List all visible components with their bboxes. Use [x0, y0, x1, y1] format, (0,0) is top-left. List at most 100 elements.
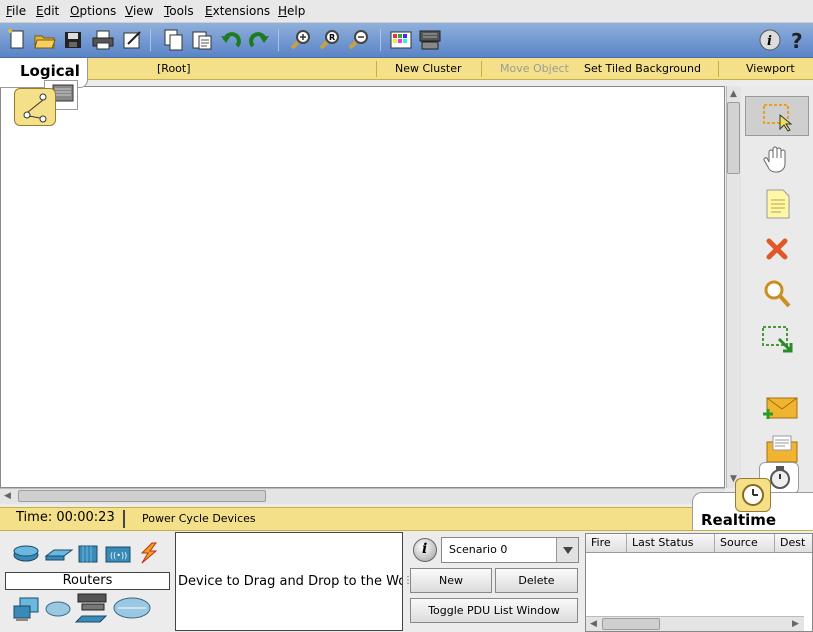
- svg-text:?: ?: [791, 29, 803, 52]
- pdu-scroll-left-arrow-icon[interactable]: ◀: [590, 619, 597, 629]
- help-button[interactable]: ?: [786, 28, 810, 53]
- custom-device-icon: [419, 30, 441, 50]
- activity-wizard-button[interactable]: [120, 28, 144, 52]
- scroll-up-arrow-icon[interactable]: ▲: [730, 89, 737, 99]
- pdu-column-source[interactable]: Source: [715, 534, 775, 553]
- lightning-icon: [140, 542, 158, 564]
- delete-scenario-button[interactable]: Delete: [495, 568, 578, 593]
- open-icon: [34, 35, 56, 49]
- set-tiled-background-button[interactable]: Set Tiled Background: [584, 62, 701, 75]
- svg-text:((•)): ((•)): [110, 551, 127, 560]
- print-button[interactable]: [91, 28, 115, 52]
- workspace-vertical-scroll-thumb[interactable]: [727, 102, 740, 174]
- connections-category-button[interactable]: [136, 542, 162, 564]
- realtime-clock-icon[interactable]: [735, 478, 771, 512]
- hub-icon: [78, 545, 98, 563]
- undo-icon: [221, 32, 241, 48]
- switch-icon: [44, 549, 74, 561]
- pdu-scroll-thumb[interactable]: [602, 618, 660, 630]
- scenario-select[interactable]: Scenario 0: [441, 537, 579, 563]
- info-button[interactable]: i: [758, 28, 782, 52]
- zoom-out-button[interactable]: [346, 28, 370, 52]
- device-category-label: Routers: [5, 572, 170, 590]
- zoom-reset-button[interactable]: R: [317, 28, 341, 52]
- redo-button[interactable]: [247, 28, 271, 52]
- toggle-pdu-list-button[interactable]: Toggle PDU List Window: [410, 598, 578, 623]
- tool-palette: [741, 86, 813, 506]
- custom-made-device-icon: [74, 593, 108, 623]
- pdu-horizontal-scrollbar[interactable]: ◀ ▶: [586, 616, 804, 631]
- new-scenario-button[interactable]: New: [410, 568, 492, 593]
- new-button[interactable]: [5, 28, 29, 52]
- move-object-button[interactable]: Move Object: [500, 62, 569, 75]
- wireless-icon: ((•)): [105, 546, 131, 563]
- pdu-scroll-right-arrow-icon[interactable]: ▶: [792, 619, 799, 629]
- scenario-dropdown-button[interactable]: [556, 538, 578, 562]
- new-icon: [8, 29, 24, 49]
- simulation-time: Time: 00:00:23: [16, 510, 115, 525]
- switches-category-button[interactable]: [44, 546, 74, 562]
- cloud-icon: [45, 601, 71, 617]
- menu-view[interactable]: View: [125, 4, 153, 18]
- logical-view-icon[interactable]: [14, 88, 56, 126]
- resize-shape-tool-button[interactable]: [745, 319, 809, 359]
- pdu-column-last-status[interactable]: Last Status: [627, 534, 715, 553]
- multiuser-cloud-icon: [113, 597, 151, 619]
- chevron-down-icon: [563, 547, 573, 554]
- wireless-category-button[interactable]: ((•)): [104, 544, 132, 564]
- pdu-column-fire[interactable]: Fire: [586, 534, 627, 553]
- custom-devices-category-button[interactable]: [74, 592, 108, 624]
- select-tool-button[interactable]: [745, 96, 809, 136]
- undo-button[interactable]: [219, 28, 243, 52]
- place-note-tool-button[interactable]: [745, 184, 809, 224]
- paste-icon: [192, 31, 212, 50]
- logical-workspace[interactable]: [0, 86, 725, 488]
- zoom-in-button[interactable]: [288, 28, 312, 52]
- hubs-category-button[interactable]: [76, 544, 100, 564]
- info-icon: i: [759, 29, 781, 51]
- paste-button[interactable]: [190, 28, 214, 52]
- realtime-tab-label: Realtime: [701, 511, 777, 529]
- workspace-horizontal-scroll-thumb[interactable]: [18, 490, 266, 502]
- viewport-button[interactable]: Viewport: [746, 62, 795, 75]
- end-device-icon: [13, 597, 39, 621]
- new-cluster-button[interactable]: New Cluster: [395, 62, 462, 75]
- multiuser-connection-category-button[interactable]: [112, 596, 152, 620]
- hand-icon: [763, 146, 786, 173]
- activity-wizard-icon: [123, 31, 141, 49]
- status-divider: [123, 510, 125, 528]
- menu-file[interactable]: File: [6, 4, 26, 18]
- add-simple-pdu-button[interactable]: [745, 386, 809, 426]
- end-devices-category-button[interactable]: [12, 596, 42, 622]
- wan-emulation-category-button[interactable]: [44, 598, 72, 618]
- simple-pdu-icon: [763, 397, 798, 419]
- save-button[interactable]: [61, 28, 85, 52]
- pdu-column-dest[interactable]: Dest: [775, 534, 812, 553]
- delete-tool-button[interactable]: [745, 229, 809, 269]
- main-toolbar: R i ?: [0, 23, 813, 58]
- inspect-tool-button[interactable]: [745, 274, 809, 314]
- menu-help[interactable]: Help: [278, 4, 305, 18]
- routers-category-button[interactable]: [12, 544, 40, 562]
- scroll-left-arrow-icon[interactable]: ◀: [4, 491, 11, 501]
- scenario-info-button[interactable]: i: [413, 538, 437, 562]
- resize-icon: [762, 326, 793, 353]
- menu-bar: File Edit Options View Tools Extensions …: [0, 0, 813, 23]
- copy-button[interactable]: [161, 28, 185, 52]
- router-icon: [13, 545, 39, 562]
- save-icon: [65, 32, 81, 48]
- inspect-icon: [764, 280, 791, 308]
- device-list-panel[interactable]: Device to Drag and Drop to the Wo: [175, 532, 403, 631]
- power-cycle-devices-button[interactable]: Power Cycle Devices: [142, 512, 256, 525]
- palette-button[interactable]: [389, 28, 413, 52]
- root-breadcrumb[interactable]: [Root]: [157, 62, 191, 75]
- menu-tools[interactable]: Tools: [164, 4, 194, 18]
- pdu-table-header: Fire Last Status Source Dest: [586, 534, 812, 553]
- menu-options[interactable]: Options: [70, 4, 116, 18]
- move-layout-tool-button[interactable]: [745, 140, 809, 180]
- menu-edit[interactable]: Edit: [36, 4, 59, 18]
- custom-device-button[interactable]: [418, 28, 442, 52]
- help-icon: ?: [791, 29, 803, 53]
- menu-extensions[interactable]: Extensions: [205, 4, 270, 18]
- open-button[interactable]: [33, 28, 57, 52]
